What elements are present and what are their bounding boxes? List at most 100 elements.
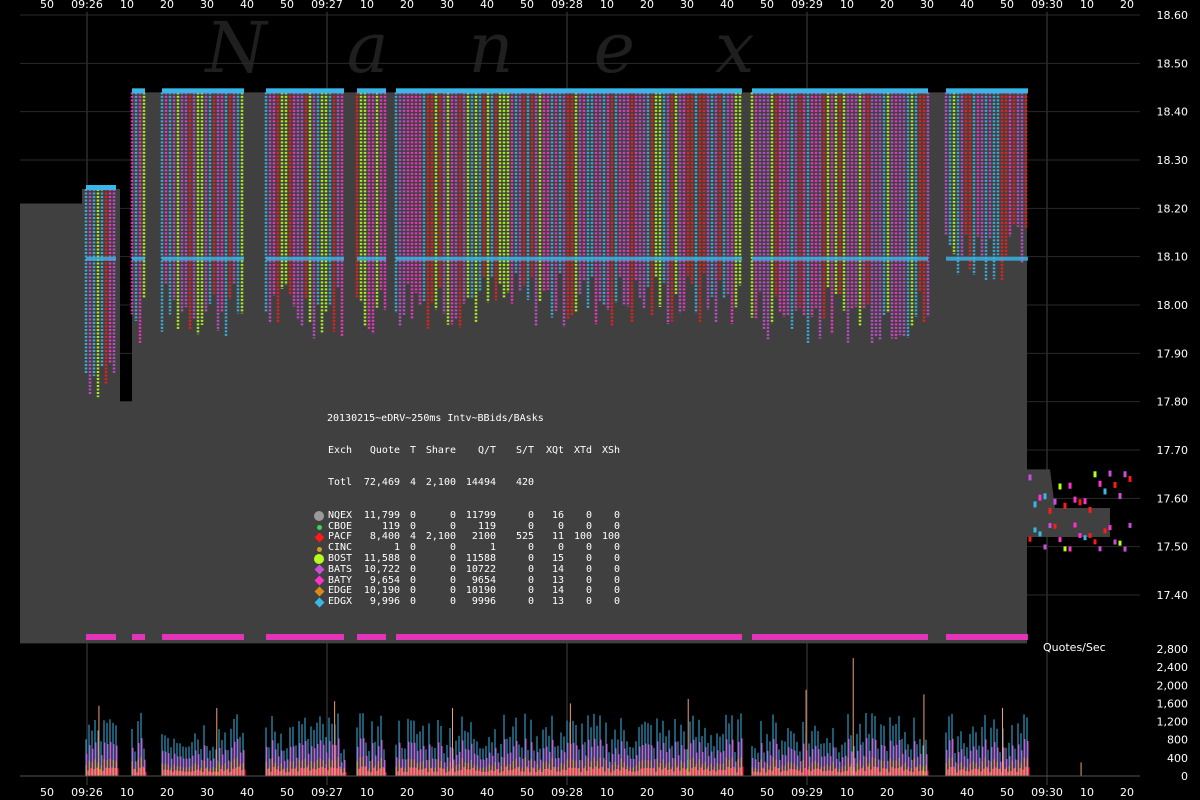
ask-band bbox=[162, 88, 244, 94]
stats-row-bats: BATS 10,722 0 0 10722 0 14 0 0 bbox=[313, 563, 620, 576]
time-tick-top: 50 bbox=[40, 0, 54, 11]
bottom-marker-strip bbox=[86, 634, 116, 640]
price-tick-label: 17.80 bbox=[1157, 396, 1189, 409]
time-tick-top: 20 bbox=[880, 0, 894, 11]
stats-cell: Share bbox=[425, 444, 456, 456]
stats-row-nqex: NQEX 11,799 0 0 11799 0 16 0 0 bbox=[313, 509, 620, 522]
circle-icon bbox=[313, 554, 325, 565]
volume-tick-label: 0 bbox=[1181, 770, 1188, 783]
stats-cell: 420 bbox=[515, 477, 534, 489]
price-tick-label: 17.50 bbox=[1157, 541, 1189, 554]
time-axis-bottom: 50 09:26 10 20 30 40 50 09:27 10 20 30 40 50 09:28 10 2… bbox=[40, 786, 1134, 799]
time-tick-bottom: 30 bbox=[200, 786, 214, 799]
time-tick-top: 20 bbox=[1120, 0, 1134, 11]
time-tick-top: 20 bbox=[160, 0, 174, 11]
ask-band bbox=[132, 88, 145, 94]
price-tick-label: 17.60 bbox=[1157, 492, 1189, 505]
stats-cell: Quote bbox=[369, 444, 400, 456]
stats-cell: 0 bbox=[613, 563, 620, 575]
stats-row-pacf: PACF 8,400 4 2,100 2100 525 11 100 100 bbox=[313, 532, 620, 543]
bid-band bbox=[752, 256, 928, 261]
volume-tick-label: 1,600 bbox=[1157, 697, 1189, 710]
diamond-icon bbox=[313, 575, 325, 586]
time-tick-bottom: 10 bbox=[840, 786, 854, 799]
time-tick-bottom: 50 bbox=[520, 786, 534, 799]
stats-cell: 0 bbox=[585, 596, 592, 608]
time-tick-top: 10 bbox=[840, 0, 854, 11]
stats-cell: 14494 bbox=[465, 477, 496, 489]
volume-axis: 2,800 2,400 2,000 1,600 1,200 800 400 0 bbox=[1157, 643, 1189, 783]
stats-cell: 11,799 bbox=[363, 509, 400, 521]
stats-cell: 0 bbox=[613, 509, 620, 521]
volume-tick-label: 2,400 bbox=[1157, 661, 1189, 674]
stats-cell: 0 bbox=[409, 563, 416, 575]
stats-cell: 4 bbox=[409, 477, 416, 489]
diamond-icon bbox=[313, 586, 325, 597]
bid-band bbox=[132, 256, 145, 261]
time-tick-bottom: 20 bbox=[400, 786, 414, 799]
stats-cell: XTd bbox=[573, 444, 592, 456]
stats-title-text: 20130215~eDRV~250ms Intv~BBids/BAsks bbox=[327, 412, 544, 424]
price-axis: 18.60 18.50 18.40 18.30 18.20 18.10 18.00 17.90… bbox=[1157, 9, 1189, 602]
time-tick-top: 09:26 bbox=[71, 0, 103, 11]
bottom-marker-strip bbox=[752, 634, 928, 640]
time-tick-bottom: 30 bbox=[920, 786, 934, 799]
stats-cell: 16 bbox=[551, 509, 564, 521]
ask-band bbox=[357, 88, 386, 94]
time-tick-bottom: 40 bbox=[720, 786, 734, 799]
stats-cell: 72,469 bbox=[363, 477, 400, 489]
time-tick-top: 40 bbox=[240, 0, 254, 11]
time-tick-bottom: 09:27 bbox=[311, 786, 343, 799]
time-tick-top: 30 bbox=[920, 0, 934, 11]
time-tick-bottom: 10 bbox=[360, 786, 374, 799]
time-tick-top: 20 bbox=[400, 0, 414, 11]
time-tick-top: 40 bbox=[480, 0, 494, 11]
stats-header: Exch Quote T Share Q/T S/T XQt XTd XSh bbox=[313, 444, 620, 457]
time-tick-bottom: 40 bbox=[480, 786, 494, 799]
stats-cell: 0 bbox=[585, 509, 592, 521]
bid-band bbox=[266, 256, 344, 261]
ask-band bbox=[946, 88, 1028, 94]
price-tick-label: 18.50 bbox=[1157, 57, 1189, 70]
dot-icon bbox=[313, 544, 325, 554]
volume-tick-label: 400 bbox=[1167, 752, 1188, 765]
time-tick-top: 10 bbox=[600, 0, 614, 11]
bid-band bbox=[162, 256, 244, 261]
time-tick-top: 40 bbox=[960, 0, 974, 11]
time-tick-bottom: 10 bbox=[600, 786, 614, 799]
stats-table: 20130215~eDRV~250ms Intv~BBids/BAsks Exc… bbox=[313, 392, 620, 619]
stats-cell: Totl bbox=[328, 477, 353, 489]
time-tick-bottom: 50 bbox=[1000, 786, 1014, 799]
diamond-icon bbox=[313, 597, 325, 608]
time-tick-top: 20 bbox=[640, 0, 654, 11]
time-tick-top: 10 bbox=[360, 0, 374, 11]
stats-cell: 9996 bbox=[471, 596, 496, 608]
time-tick-top: 09:28 bbox=[551, 0, 583, 11]
ask-band bbox=[86, 185, 116, 190]
price-tick-label: 17.70 bbox=[1157, 444, 1189, 457]
stats-cell: 9,996 bbox=[369, 596, 400, 608]
bid-band bbox=[357, 256, 386, 261]
time-tick-bottom: 10 bbox=[120, 786, 134, 799]
diamond-icon bbox=[313, 532, 325, 543]
watermark: Nanex bbox=[204, 7, 835, 89]
time-tick-top: 09:29 bbox=[791, 0, 823, 11]
time-tick-bottom: 40 bbox=[960, 786, 974, 799]
stats-cell: 10,722 bbox=[363, 563, 400, 575]
stats-cell: 14 bbox=[551, 563, 564, 575]
time-tick-bottom: 50 bbox=[760, 786, 774, 799]
volume-tick-label: 2,800 bbox=[1157, 643, 1189, 656]
nbbo-area-post bbox=[1027, 469, 1110, 537]
bid-band bbox=[86, 256, 116, 261]
time-tick-bottom: 40 bbox=[240, 786, 254, 799]
volume-tick-label: 800 bbox=[1167, 734, 1188, 747]
stats-title: 20130215~eDRV~250ms Intv~BBids/BAsks bbox=[313, 412, 620, 425]
time-tick-bottom: 09:30 bbox=[1031, 786, 1063, 799]
stats-cell: 0 bbox=[527, 596, 534, 608]
stats-cell: XSh bbox=[601, 444, 620, 456]
price-tick-label: 18.00 bbox=[1157, 299, 1189, 312]
stats-rows: NQEX 11,799 0 0 11799 0 16 0 0 CBOE 119 0 0 119 0 0 0 0 PA… bbox=[313, 509, 620, 608]
time-tick-top: 10 bbox=[120, 0, 134, 11]
circle-icon bbox=[313, 511, 325, 522]
ask-band bbox=[396, 88, 742, 94]
